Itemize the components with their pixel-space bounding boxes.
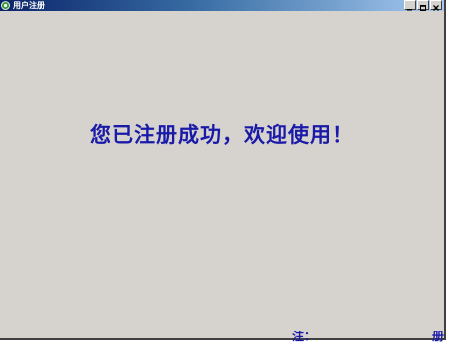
- window-client-area: 您已注册成功，欢迎使用！: [0, 11, 444, 338]
- footer-register-link[interactable]: 册: [432, 331, 444, 342]
- close-button[interactable]: [430, 0, 442, 11]
- success-message: 您已注册成功，欢迎使用！: [90, 122, 354, 147]
- app-icon: [1, 1, 10, 10]
- window-title: 用户注册: [13, 1, 45, 10]
- window-controls: [404, 0, 442, 11]
- footer-note: 注：: [292, 331, 317, 342]
- title-bar[interactable]: 用户注册: [0, 0, 444, 11]
- minimize-button[interactable]: [404, 0, 416, 10]
- maximize-button[interactable]: [417, 0, 429, 11]
- registration-window: 用户注册 您已注册成功，欢迎使用！: [0, 0, 446, 340]
